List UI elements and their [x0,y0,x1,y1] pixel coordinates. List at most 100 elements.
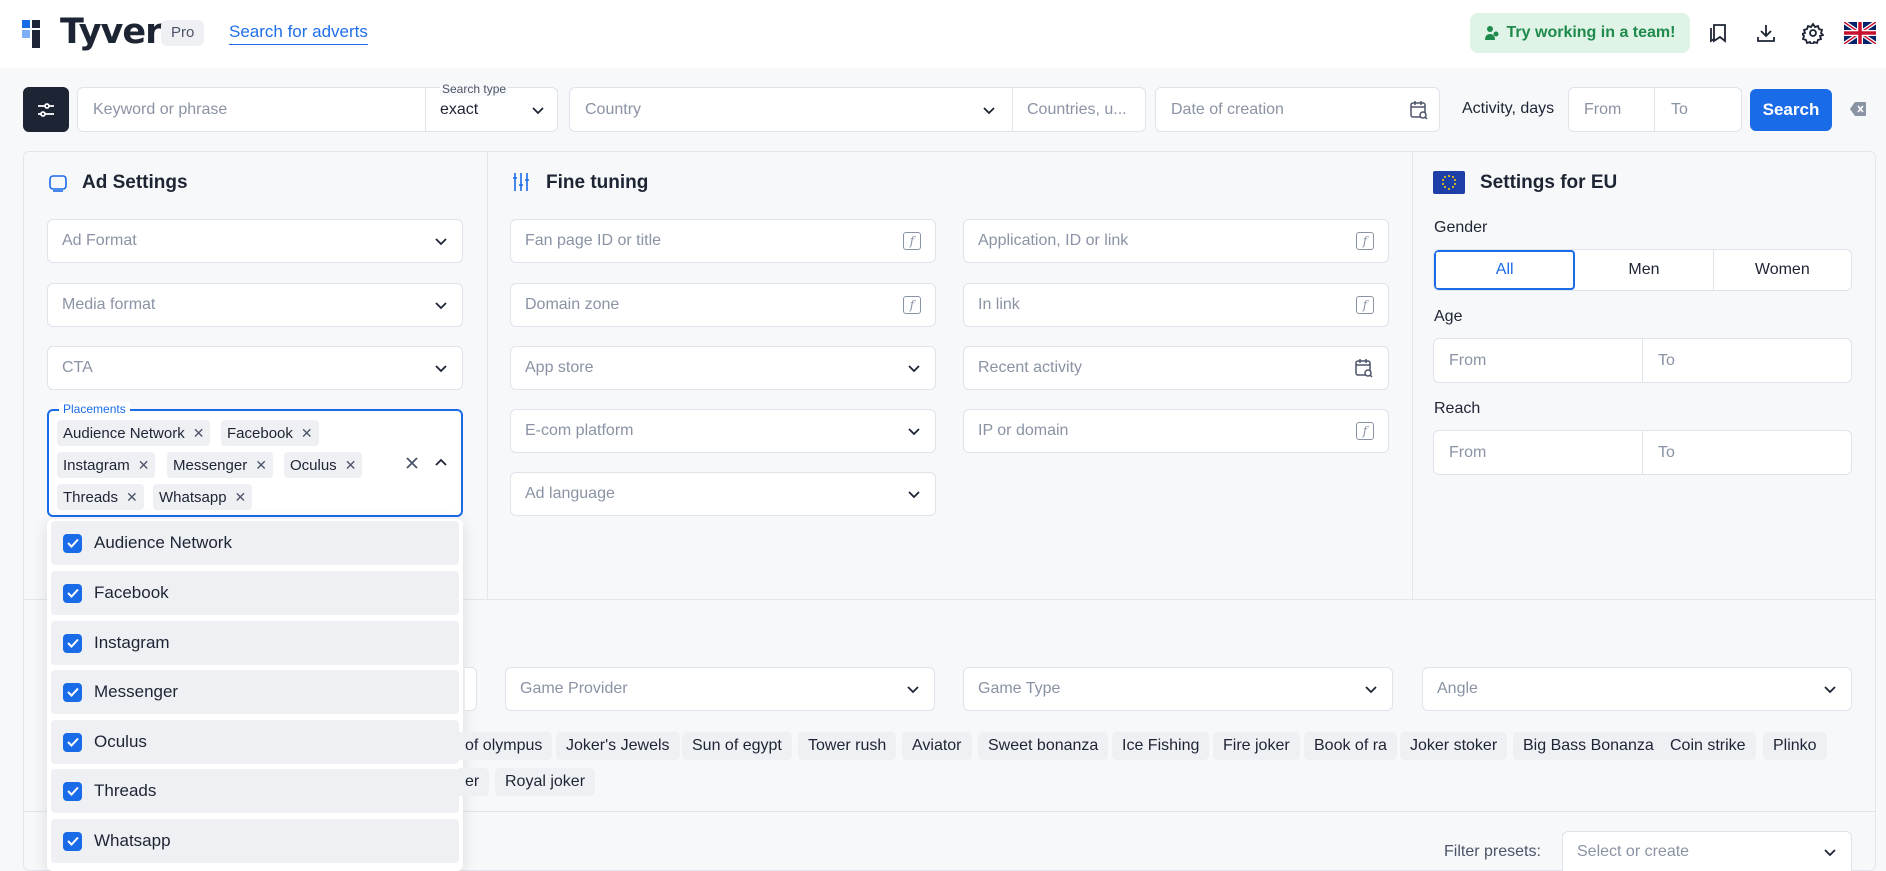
remove-tag-icon[interactable]: ✕ [301,425,313,442]
placement-tag: Audience Network ✕ [57,420,211,446]
logo-text[interactable]: Tyver [60,12,162,52]
clear-search-icon[interactable] [1849,101,1867,117]
game-provider-select[interactable]: Game Provider [505,667,935,711]
game-chip[interactable]: Joker's Jewels [556,732,680,760]
game-chip[interactable]: Coin strike [1660,732,1756,760]
search-adverts-link[interactable]: Search for adverts [229,22,368,45]
search-type-label: Search type [440,82,509,96]
ad-language-select[interactable]: Ad language [510,472,936,516]
remove-tag-icon[interactable]: ✕ [345,457,357,474]
chevron-up-icon[interactable] [434,456,448,470]
gender-women-option[interactable]: Women [1714,250,1851,290]
function-icon[interactable]: f [903,296,921,314]
remove-tag-icon[interactable]: ✕ [193,425,205,442]
ecom-platform-select[interactable]: E-com platform [510,409,936,453]
checkbox-checked-icon[interactable] [63,533,82,553]
fan-page-input[interactable]: Fan page ID or title f [510,219,936,263]
country-select[interactable]: Country [585,101,641,119]
gender-men-option[interactable]: Men [1575,250,1714,290]
application-input[interactable]: Application, ID or link f [963,219,1389,263]
checkbox-checked-icon[interactable] [63,633,82,653]
placement-option[interactable]: Oculus [51,720,459,764]
tag-label: Threads [63,488,119,506]
domain-zone-input[interactable]: Domain zone f [510,283,936,327]
search-type-select[interactable]: exact [440,101,478,119]
app-store-select[interactable]: App store [510,346,936,390]
ad-format-select[interactable]: Ad Format [47,219,463,263]
function-icon[interactable]: f [1356,296,1374,314]
game-chip[interactable]: of olympus [455,732,553,760]
game-chip[interactable]: Sun of egypt [682,732,792,760]
age-from-input[interactable]: From [1434,339,1643,382]
placement-option[interactable]: Audience Network [51,521,459,565]
uk-flag-icon[interactable] [1844,20,1876,46]
game-chip[interactable]: Ice Fishing [1112,732,1210,760]
checkbox-checked-icon[interactable] [63,682,82,702]
bookmarks-icon[interactable] [1706,20,1732,46]
game-chip[interactable]: er [455,768,490,796]
user-icon [1484,25,1499,41]
recent-activity-field[interactable]: Recent activity [963,346,1389,390]
tag-label: Instagram [63,456,130,474]
reach-to-input[interactable]: To [1643,431,1851,474]
fine-tuning-title: Fine tuning [546,172,649,193]
game-chip[interactable]: Plinko [1763,732,1827,760]
activity-to-input[interactable]: To [1671,101,1688,119]
game-chip[interactable]: Joker stoker [1400,732,1508,760]
placements-multiselect[interactable]: Placements Audience Network ✕ Facebook ✕ I… [47,402,463,517]
keyword-input[interactable]: Keyword or phrase [93,101,227,119]
age-to-input[interactable]: To [1643,339,1851,382]
countries-input[interactable]: Countries, u... [1027,101,1127,119]
remove-tag-icon[interactable]: ✕ [126,489,138,506]
chevron-down-icon [908,491,920,499]
placement-option[interactable]: Whatsapp [51,819,459,863]
date-created-field[interactable]: Date of creation [1155,87,1440,132]
checkbox-checked-icon[interactable] [63,732,82,752]
media-format-select[interactable]: Media format [47,283,463,327]
checkbox-checked-icon[interactable] [63,831,82,851]
activity-from-input[interactable]: From [1584,101,1621,119]
try-team-button[interactable]: Try working in a team! [1470,13,1690,53]
checkbox-checked-icon[interactable] [63,583,82,603]
function-icon[interactable]: f [1356,422,1374,440]
game-type-placeholder: Game Type [978,680,1061,697]
function-icon[interactable]: f [903,232,921,250]
placement-tag: Threads ✕ [57,484,144,510]
chevron-down-icon [908,428,920,436]
game-chip[interactable]: Sweet bonanza [978,732,1109,760]
remove-tag-icon[interactable]: ✕ [235,489,247,506]
fine-tuning-icon [513,173,529,191]
placement-option[interactable]: Instagram [51,621,459,665]
ip-domain-input[interactable]: IP or domain f [963,409,1389,453]
function-icon[interactable]: f [1356,232,1374,250]
filter-presets-select[interactable]: Select or create [1562,831,1852,871]
filters-toggle-button[interactable] [23,87,69,132]
checkbox-checked-icon[interactable] [63,781,82,801]
game-chip[interactable]: Tower rush [798,732,897,760]
game-chip[interactable]: Big Bass Bonanza [1513,732,1664,760]
gender-all-option[interactable]: All [1434,250,1576,290]
gear-icon[interactable] [1800,20,1826,46]
search-button[interactable]: Search [1750,89,1832,131]
cta-select[interactable]: CTA [47,346,463,390]
angle-placeholder: Angle [1437,680,1478,697]
placement-option[interactable]: Messenger [51,670,459,714]
game-chip[interactable]: Fire joker [1213,732,1300,760]
game-chip[interactable]: Royal joker [495,768,596,796]
option-label: Messenger [94,682,179,701]
download-icon[interactable] [1753,20,1779,46]
placement-option[interactable]: Facebook [51,571,459,615]
age-label: Age [1434,308,1463,325]
remove-tag-icon[interactable]: ✕ [138,457,150,474]
angle-select[interactable]: Angle [1422,667,1852,711]
game-chip[interactable]: Aviator [902,732,972,760]
game-type-select[interactable]: Game Type [963,667,1393,711]
in-link-input[interactable]: In link f [963,283,1389,327]
placement-option[interactable]: Threads [51,769,459,813]
game-chip[interactable]: Book of ra [1304,732,1397,760]
filter-presets-placeholder: Select or create [1577,842,1690,860]
clear-all-icon[interactable] [404,455,420,471]
remove-tag-icon[interactable]: ✕ [255,457,267,474]
application-placeholder: Application, ID or link [978,232,1129,249]
reach-from-input[interactable]: From [1434,431,1643,474]
